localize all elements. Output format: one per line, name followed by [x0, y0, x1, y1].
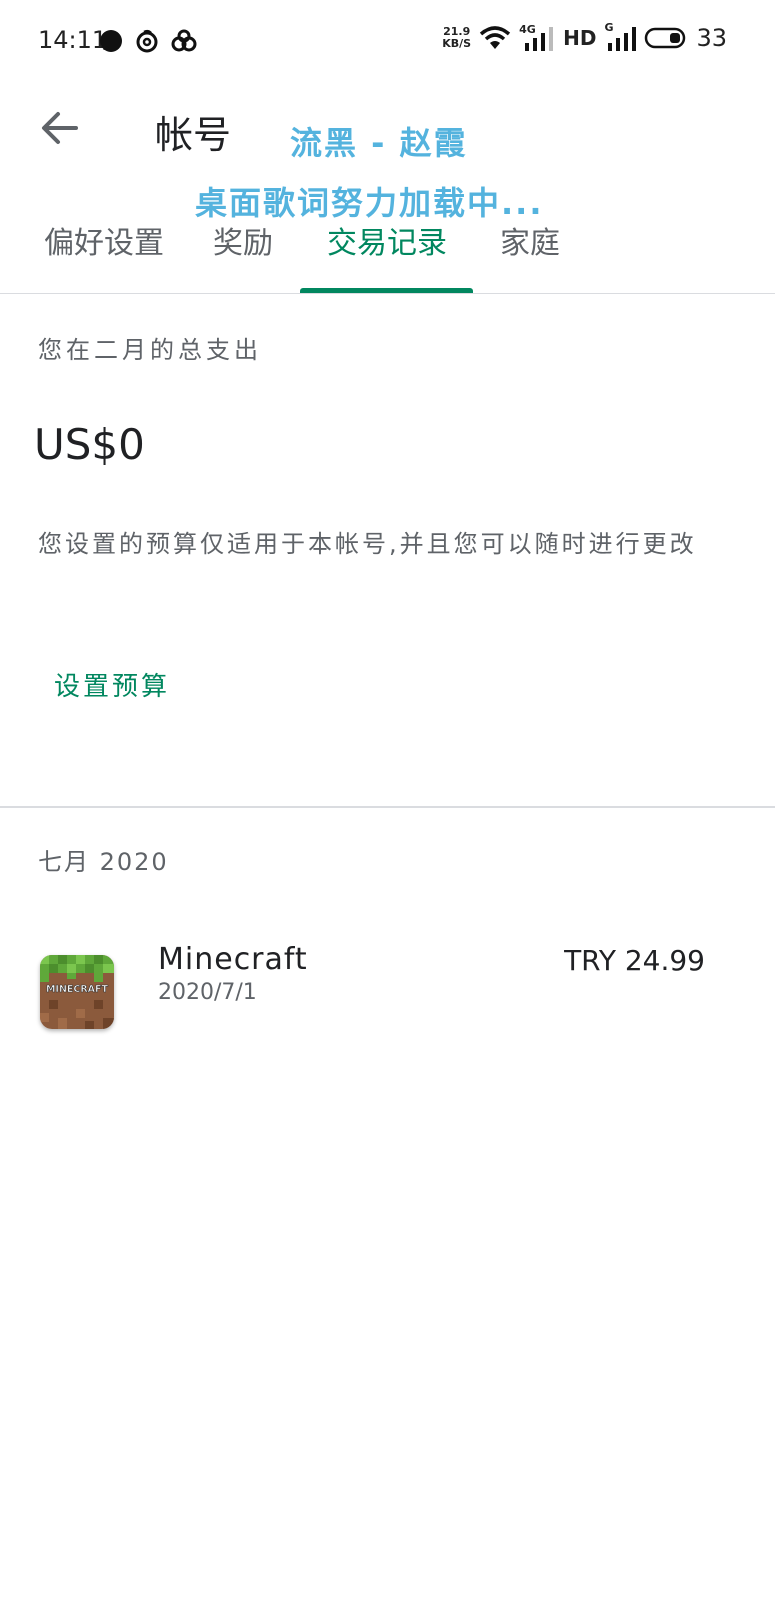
section-divider: [0, 806, 775, 808]
lyrics-line-1: 流黑 - 赵霞: [290, 124, 468, 162]
battery-icon: [645, 27, 686, 49]
minecraft-app-icon[interactable]: MINECRAFT: [40, 955, 114, 1029]
battery-percent: 33: [696, 24, 727, 52]
net-speed: 21.9 KB/S: [442, 25, 472, 50]
transaction-price: TRY 24.99: [564, 944, 705, 977]
budget-description: 您设置的预算仅适用于本帐号,并且您可以随时进行更改: [38, 530, 697, 558]
transaction-date: 2020/7/1: [158, 980, 257, 1005]
tab-order-history[interactable]: 交易记录: [327, 218, 447, 262]
signal-4g: 4G: [519, 23, 555, 51]
app-icon: [171, 29, 197, 52]
chat-bubble-icon: [100, 30, 122, 52]
minecraft-icon: MINECRAFT: [40, 955, 114, 1029]
notification-icons: [98, 28, 198, 54]
monthly-spend-label: 您在二月的总支出: [38, 336, 262, 364]
set-budget-button[interactable]: 设置预算: [54, 666, 170, 703]
arrow-back-icon[interactable]: [38, 106, 82, 150]
tab-family[interactable]: 家庭: [500, 218, 560, 262]
wifi-icon: [479, 26, 511, 49]
hd-badge: HD: [563, 26, 597, 50]
signal-sim2: G: [604, 21, 637, 51]
signal-icon: [525, 27, 554, 51]
netease-music-icon: [136, 29, 158, 53]
page-title: 帐号: [155, 113, 232, 157]
tab-preferences[interactable]: 偏好设置: [44, 218, 164, 262]
month-header: 七月 2020: [38, 848, 169, 876]
signal-icon: [608, 27, 637, 51]
tabs-divider: [0, 293, 775, 294]
tab-rewards[interactable]: 奖励: [213, 218, 273, 262]
status-time: 14:11: [38, 26, 108, 54]
minecraft-logo-text: MINECRAFT: [46, 984, 109, 995]
system-status-icons: 21.9 KB/S 4G HD G 33: [442, 21, 727, 52]
transaction-name[interactable]: Minecraft: [158, 942, 308, 977]
monthly-spend-amount: US$0: [34, 420, 145, 469]
